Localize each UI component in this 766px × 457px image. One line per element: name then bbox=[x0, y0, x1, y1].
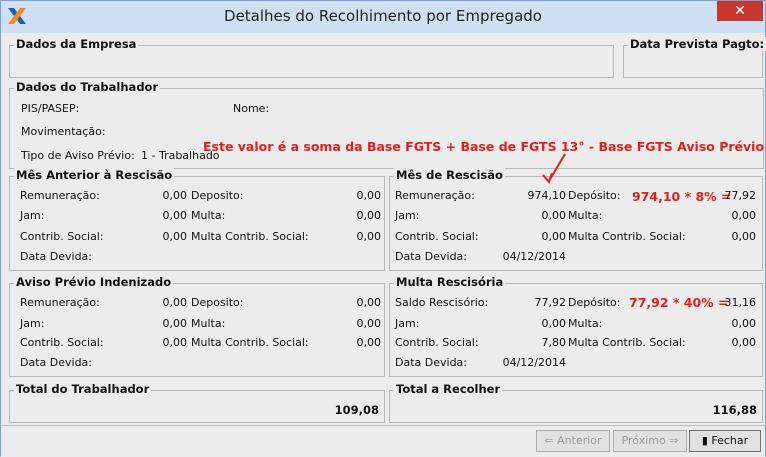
mrs-contrib-label: Contrib. Social: bbox=[395, 336, 479, 349]
ap-remuneracao-label: Remuneração: bbox=[20, 296, 100, 309]
ma-jam: 0,00 bbox=[162, 209, 188, 222]
mes-anterior-title: Mês Anterior à Rescisão bbox=[14, 168, 175, 182]
ma-remuneracao: 0,00 bbox=[162, 189, 188, 202]
back-arrow-icon: ⇐ bbox=[544, 434, 558, 447]
movimentacao-label: Movimentação: bbox=[21, 125, 106, 138]
annotation-arrow-icon bbox=[542, 153, 566, 184]
window-title: Detalhes do Recolhimento por Empregado bbox=[224, 7, 542, 25]
mr-multa-contrib-label: Multa Contrib. Social: bbox=[568, 230, 686, 243]
ap-data-label: Data Devida: bbox=[20, 356, 92, 369]
ap-multa-label: Multa: bbox=[191, 317, 226, 330]
ma-jam-label: Jam: bbox=[20, 209, 45, 222]
mr-jam: 0,00 bbox=[541, 209, 567, 222]
mr-data-label: Data Devida: bbox=[395, 250, 467, 263]
aviso-previo-title: Aviso Prévio Indenizado bbox=[14, 275, 174, 289]
empresa-group: Dados da Empresa bbox=[9, 37, 614, 78]
mrs-saldo-label: Saldo Rescisório: bbox=[395, 296, 489, 309]
ap-multa-contrib-label: Multa Contrib. Social: bbox=[191, 336, 309, 349]
fechar-label: Fechar bbox=[711, 434, 749, 447]
mr-remuneracao: 974,10 bbox=[527, 189, 567, 202]
close-button[interactable]: ✕ bbox=[717, 1, 763, 21]
exit-door-icon: ▮ bbox=[701, 434, 708, 447]
mr-data: 04/12/2014 bbox=[502, 250, 566, 263]
total-trabalhador: 109,08 bbox=[334, 403, 379, 417]
mrs-multa-label: Multa: bbox=[568, 317, 603, 330]
fechar-button[interactable]: ▮ Fechar bbox=[689, 430, 761, 452]
mrs-multa-contrib-label: Multa Contrib. Social: bbox=[568, 336, 686, 349]
title-bar: Detalhes do Recolhimento por Empregado ✕ bbox=[1, 1, 765, 33]
data-prevista-label: Data Prevista Pagto: bbox=[628, 37, 766, 51]
ma-data-label: Data Devida: bbox=[20, 250, 92, 263]
nome-label: Nome: bbox=[233, 102, 270, 115]
mr-remuneracao-label: Remuneração: bbox=[395, 189, 475, 202]
ap-jam-label: Jam: bbox=[20, 317, 45, 330]
total-recolher: 116,88 bbox=[712, 403, 757, 417]
ap-contrib: 0,00 bbox=[162, 336, 188, 349]
ap-remuneracao: 0,00 bbox=[162, 296, 188, 309]
mrs-data-label: Data Devida: bbox=[395, 356, 467, 369]
mrs-multa-contrib: 0,00 bbox=[731, 336, 757, 349]
mrs-saldo: 77,92 bbox=[534, 296, 567, 309]
pis-label: PIS/PASEP: bbox=[21, 102, 80, 115]
mr-deposito: 77,92 bbox=[724, 189, 757, 202]
dialog-window: Detalhes do Recolhimento por Empregado ✕… bbox=[0, 0, 766, 457]
multa-rescisoria-title: Multa Rescisória bbox=[394, 275, 506, 289]
ma-contrib: 0,00 bbox=[162, 230, 188, 243]
mr-contrib: 0,00 bbox=[541, 230, 567, 243]
proximo-button[interactable]: Próximo ⇒ bbox=[613, 430, 687, 452]
anterior-button[interactable]: ⇐ Anterior bbox=[536, 430, 610, 452]
ma-contrib-label: Contrib. Social: bbox=[20, 230, 104, 243]
ap-deposito: 0,00 bbox=[356, 296, 382, 309]
empresa-title: Dados da Empresa bbox=[14, 37, 139, 51]
mr-deposito-label: Depósito: bbox=[568, 189, 621, 202]
ap-multa-contrib: 0,00 bbox=[356, 336, 382, 349]
ap-deposito-label: Deposito: bbox=[191, 296, 244, 309]
total-trabalhador-label: Total do Trabalhador bbox=[14, 382, 152, 396]
annotation-top: Este valor é a soma da Base FGTS + Base … bbox=[203, 139, 766, 154]
ma-multa-label: Multa: bbox=[191, 209, 226, 222]
mrs-deposito-label: Depósito: bbox=[568, 296, 621, 309]
ma-multa: 0,00 bbox=[356, 209, 382, 222]
mr-jam-label: Jam: bbox=[395, 209, 420, 222]
ma-remuneracao-label: Remuneração: bbox=[20, 189, 100, 202]
mr-contrib-label: Contrib. Social: bbox=[395, 230, 479, 243]
ap-jam: 0,00 bbox=[162, 317, 188, 330]
aviso-label: Tipo de Aviso Prévio: bbox=[21, 149, 135, 162]
mr-multa-contrib: 0,00 bbox=[731, 230, 757, 243]
mrs-contrib: 7,80 bbox=[541, 336, 567, 349]
mrs-deposito: 31,16 bbox=[724, 296, 757, 309]
total-recolher-label: Total a Recolher bbox=[394, 382, 503, 396]
ap-contrib-label: Contrib. Social: bbox=[20, 336, 104, 349]
ma-multa-contrib: 0,00 bbox=[356, 230, 382, 243]
mr-multa-label: Multa: bbox=[568, 209, 603, 222]
mrs-jam-label: Jam: bbox=[395, 317, 420, 330]
ma-deposito-label: Deposito: bbox=[191, 189, 244, 202]
mes-rescisao-title: Mês de Rescisão bbox=[394, 168, 505, 182]
ap-multa: 0,00 bbox=[356, 317, 382, 330]
data-prevista-group: Data Prevista Pagto: bbox=[623, 37, 766, 78]
forward-arrow-icon: ⇒ bbox=[665, 434, 679, 447]
mrs-jam: 0,00 bbox=[541, 317, 567, 330]
ma-deposito: 0,00 bbox=[356, 189, 382, 202]
mr-multa: 0,00 bbox=[731, 209, 757, 222]
mrs-multa: 0,00 bbox=[731, 317, 757, 330]
mrs-data: 04/12/2014 bbox=[502, 356, 566, 369]
ma-multa-contrib-label: Multa Contrib. Social: bbox=[191, 230, 309, 243]
proximo-label: Próximo bbox=[621, 434, 666, 447]
anterior-label: Anterior bbox=[557, 434, 602, 447]
trabalhador-title: Dados do Trabalhador bbox=[14, 80, 161, 94]
